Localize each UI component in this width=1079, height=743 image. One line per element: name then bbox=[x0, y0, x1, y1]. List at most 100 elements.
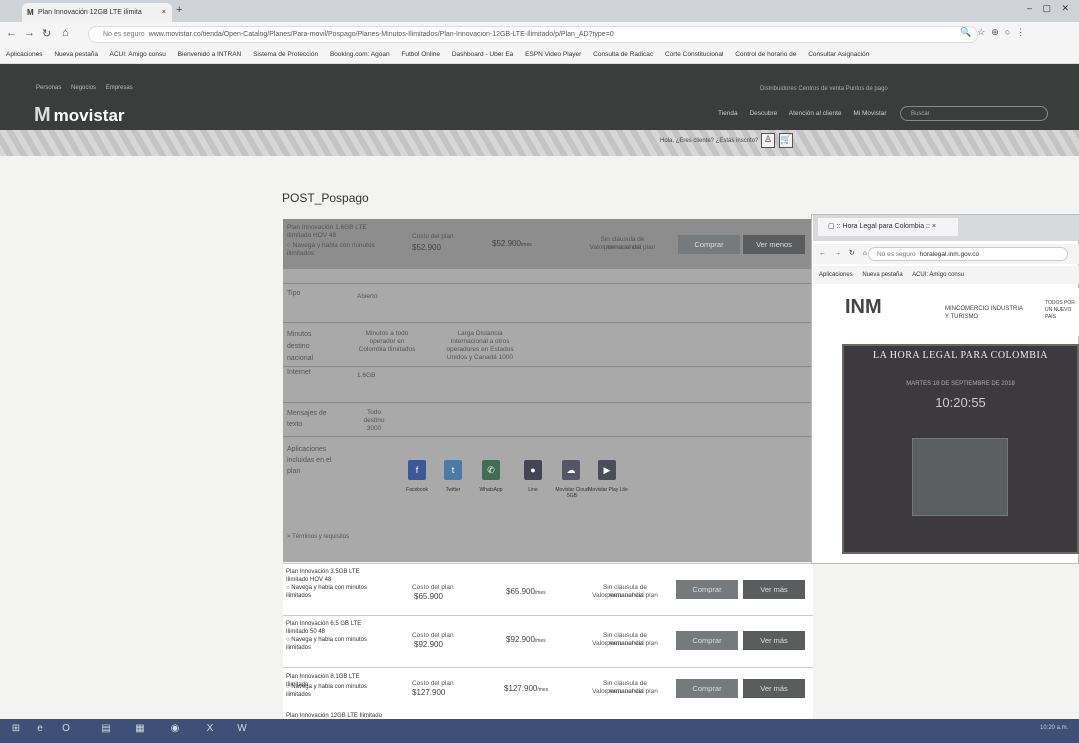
cost-label: Costo del plan bbox=[412, 233, 454, 240]
bookmark-item[interactable]: ACUI: Amigo consu bbox=[912, 272, 964, 278]
permanence-sub: Valor mensual del plan bbox=[592, 688, 658, 695]
page-title: POST_Pospago bbox=[282, 191, 369, 205]
word-icon[interactable]: W bbox=[232, 723, 252, 739]
colombia-map-image bbox=[912, 438, 1008, 516]
bookmark-item[interactable]: Bienvenido a INTRAN bbox=[178, 51, 242, 58]
bookmark-item[interactable]: Dashboard - Uber Ea bbox=[452, 51, 513, 58]
site-search-input[interactable]: Buscar bbox=[900, 106, 1048, 121]
bookmark-item[interactable]: Nueva pestaña bbox=[862, 272, 902, 278]
see-more-button[interactable]: Ver más bbox=[743, 580, 805, 599]
bookmark-item[interactable]: Corte Constitucional bbox=[665, 51, 724, 58]
todos-logo: TODOS POR UN NUEVO PAÍS bbox=[1045, 300, 1075, 320]
bookmark-item[interactable]: Nueva pestaña bbox=[54, 51, 98, 58]
buy-button[interactable]: Comprar bbox=[676, 580, 738, 599]
see-more-button[interactable]: Ver más bbox=[743, 631, 805, 650]
browser-tab[interactable]: M Plan Innovación 12GB LTE ilimita × bbox=[22, 3, 172, 22]
bookmark-item[interactable]: Futbol Online bbox=[401, 51, 440, 58]
page-icon: ▢ bbox=[828, 223, 837, 230]
logo-text: movistar bbox=[53, 106, 125, 125]
excel-icon[interactable]: X bbox=[200, 723, 220, 739]
forward-icon[interactable]: → bbox=[24, 27, 35, 39]
row-label-sms: Mensajes de texto bbox=[287, 410, 327, 428]
user-links[interactable]: Hola, ¿Eres cliente? ¿Estás inscrito? bbox=[660, 138, 758, 144]
banner-clock: 10:20:55 bbox=[935, 395, 986, 410]
popup-url-input[interactable]: No es seguro horalegal.inm.gov.co bbox=[868, 247, 1068, 261]
home-icon[interactable]: ⌂ bbox=[62, 27, 69, 39]
segment-links: Personas Negocios Empresas bbox=[36, 85, 141, 91]
buy-button[interactable]: Comprar bbox=[676, 679, 738, 698]
start-icon[interactable]: ⊞ bbox=[6, 723, 26, 739]
inm-logo: INM bbox=[845, 296, 882, 318]
terms-link[interactable]: > Términos y requisitos bbox=[287, 533, 349, 541]
nav-mi-movistar[interactable]: Mi Movistar bbox=[853, 110, 886, 117]
bookmark-item[interactable]: Consultar Asignación bbox=[808, 51, 869, 58]
plan-feature: ○ Navega y habla con minutos ilimitados bbox=[286, 585, 368, 599]
price-value: $92.900/mes bbox=[506, 635, 546, 644]
expanded-plan-card bbox=[283, 219, 813, 562]
edge-icon[interactable]: e bbox=[30, 723, 50, 739]
movistar-m-icon: M bbox=[34, 104, 51, 126]
see-more-button[interactable]: Ver más bbox=[743, 679, 805, 698]
cost-label: Costo del plan bbox=[412, 584, 454, 591]
cost-label: Costo del plan bbox=[412, 680, 454, 687]
play-icon: ▶ bbox=[598, 460, 616, 480]
bookmark-item[interactable]: ACUI: Amigo consu bbox=[110, 51, 166, 58]
bookmark-item[interactable]: Booking.com: Agoan bbox=[330, 51, 390, 58]
windows-taskbar bbox=[0, 719, 1079, 743]
cart-icon[interactable]: 🛒 bbox=[779, 133, 793, 148]
segment-negocios[interactable]: Negocios bbox=[71, 85, 96, 91]
line-icon: ● bbox=[524, 460, 542, 480]
segment-empresas[interactable]: Empresas bbox=[106, 85, 133, 91]
bookmark-item[interactable]: Sistema de Protección bbox=[253, 51, 318, 58]
app-label: Line bbox=[528, 487, 538, 493]
window-controls[interactable]: – ▢ ✕ bbox=[1027, 3, 1073, 14]
segment-personas[interactable]: Personas bbox=[36, 85, 61, 91]
facebook-icon: f bbox=[408, 460, 426, 480]
popup-tab[interactable]: ▢ :: Hora Legal para Colombia :: × bbox=[818, 218, 958, 236]
url-input[interactable]: No es seguro www.movistar.co/tienda/Open-… bbox=[88, 26, 978, 43]
price-value: $127.900/mes bbox=[504, 684, 549, 693]
cost-label: Costo del plan bbox=[412, 632, 454, 639]
row-label-apps: Aplicaciones incluidas en el plan bbox=[287, 446, 332, 475]
app-label: Movistar Play Lite bbox=[588, 487, 628, 493]
browser-extension-icons[interactable]: 🔍☆⊕○⋮ bbox=[960, 27, 1031, 38]
nav-tienda[interactable]: Tienda bbox=[718, 110, 738, 117]
forward-icon[interactable]: → bbox=[834, 250, 841, 257]
buy-button[interactable]: Comprar bbox=[676, 631, 738, 650]
user-icon[interactable]: ♙ bbox=[761, 133, 775, 148]
new-tab-button[interactable]: + bbox=[176, 4, 182, 16]
home-icon[interactable]: ⌂ bbox=[863, 250, 867, 257]
back-icon[interactable]: ← bbox=[819, 250, 826, 257]
nav-atencion[interactable]: Atención al cliente bbox=[789, 110, 842, 117]
file-explorer-icon[interactable]: ▤ bbox=[96, 723, 116, 739]
price-value: $52.900/mes bbox=[492, 239, 532, 248]
movistar-logo[interactable]: Mmovistar bbox=[34, 104, 125, 127]
bookmark-item[interactable]: Consulta de Radicac bbox=[593, 51, 653, 58]
divider bbox=[283, 436, 813, 437]
bookmark-item[interactable]: ESPN Video Player bbox=[525, 51, 581, 58]
close-tab-icon[interactable]: × bbox=[162, 3, 166, 22]
nav-descubre[interactable]: Descubre bbox=[749, 110, 777, 117]
bookmark-item[interactable]: Aplicaciones bbox=[819, 272, 853, 278]
reload-icon[interactable]: ↻ bbox=[42, 27, 51, 40]
chrome-icon[interactable]: ◉ bbox=[165, 723, 185, 739]
back-icon[interactable]: ← bbox=[6, 27, 17, 39]
top-links[interactable]: Distribuidores Centros de venta Puntos d… bbox=[760, 86, 888, 92]
cloud-icon: ☁ bbox=[562, 460, 580, 480]
plan-name: Plan Innovación 1.6GB LTE Ilimitado HOV … bbox=[287, 224, 367, 239]
row-value-minutos: Minutos a todo operador en Colombia Ilim… bbox=[358, 330, 416, 353]
banner-date: MARTES 18 DE SEPTIEMBRE DE 2018 bbox=[906, 381, 1015, 387]
bookmark-item[interactable]: Control de horario de bbox=[735, 51, 796, 58]
reload-icon[interactable]: ↻ bbox=[849, 250, 855, 257]
app-label: Facebook bbox=[406, 487, 428, 493]
see-less-button[interactable]: Ver menos bbox=[743, 235, 805, 254]
store-icon[interactable]: ▦ bbox=[130, 723, 150, 739]
buy-button[interactable]: Comprar bbox=[678, 235, 740, 254]
row-value-internet: 1.6GB bbox=[357, 372, 376, 379]
popup-bookmarks-bar: Aplicaciones Nueva pestaña ACUI: Amigo c… bbox=[813, 266, 1079, 284]
taskbar-clock[interactable]: 10:20 a.m. bbox=[1040, 725, 1068, 731]
permanence-sub: Valor mensual del plan bbox=[589, 244, 656, 251]
outlook-icon[interactable]: O bbox=[56, 723, 76, 739]
plan-feature: ○ Navega y habla con minutos ilimitados bbox=[286, 637, 368, 651]
bookmark-item[interactable]: Aplicaciones bbox=[6, 51, 43, 58]
